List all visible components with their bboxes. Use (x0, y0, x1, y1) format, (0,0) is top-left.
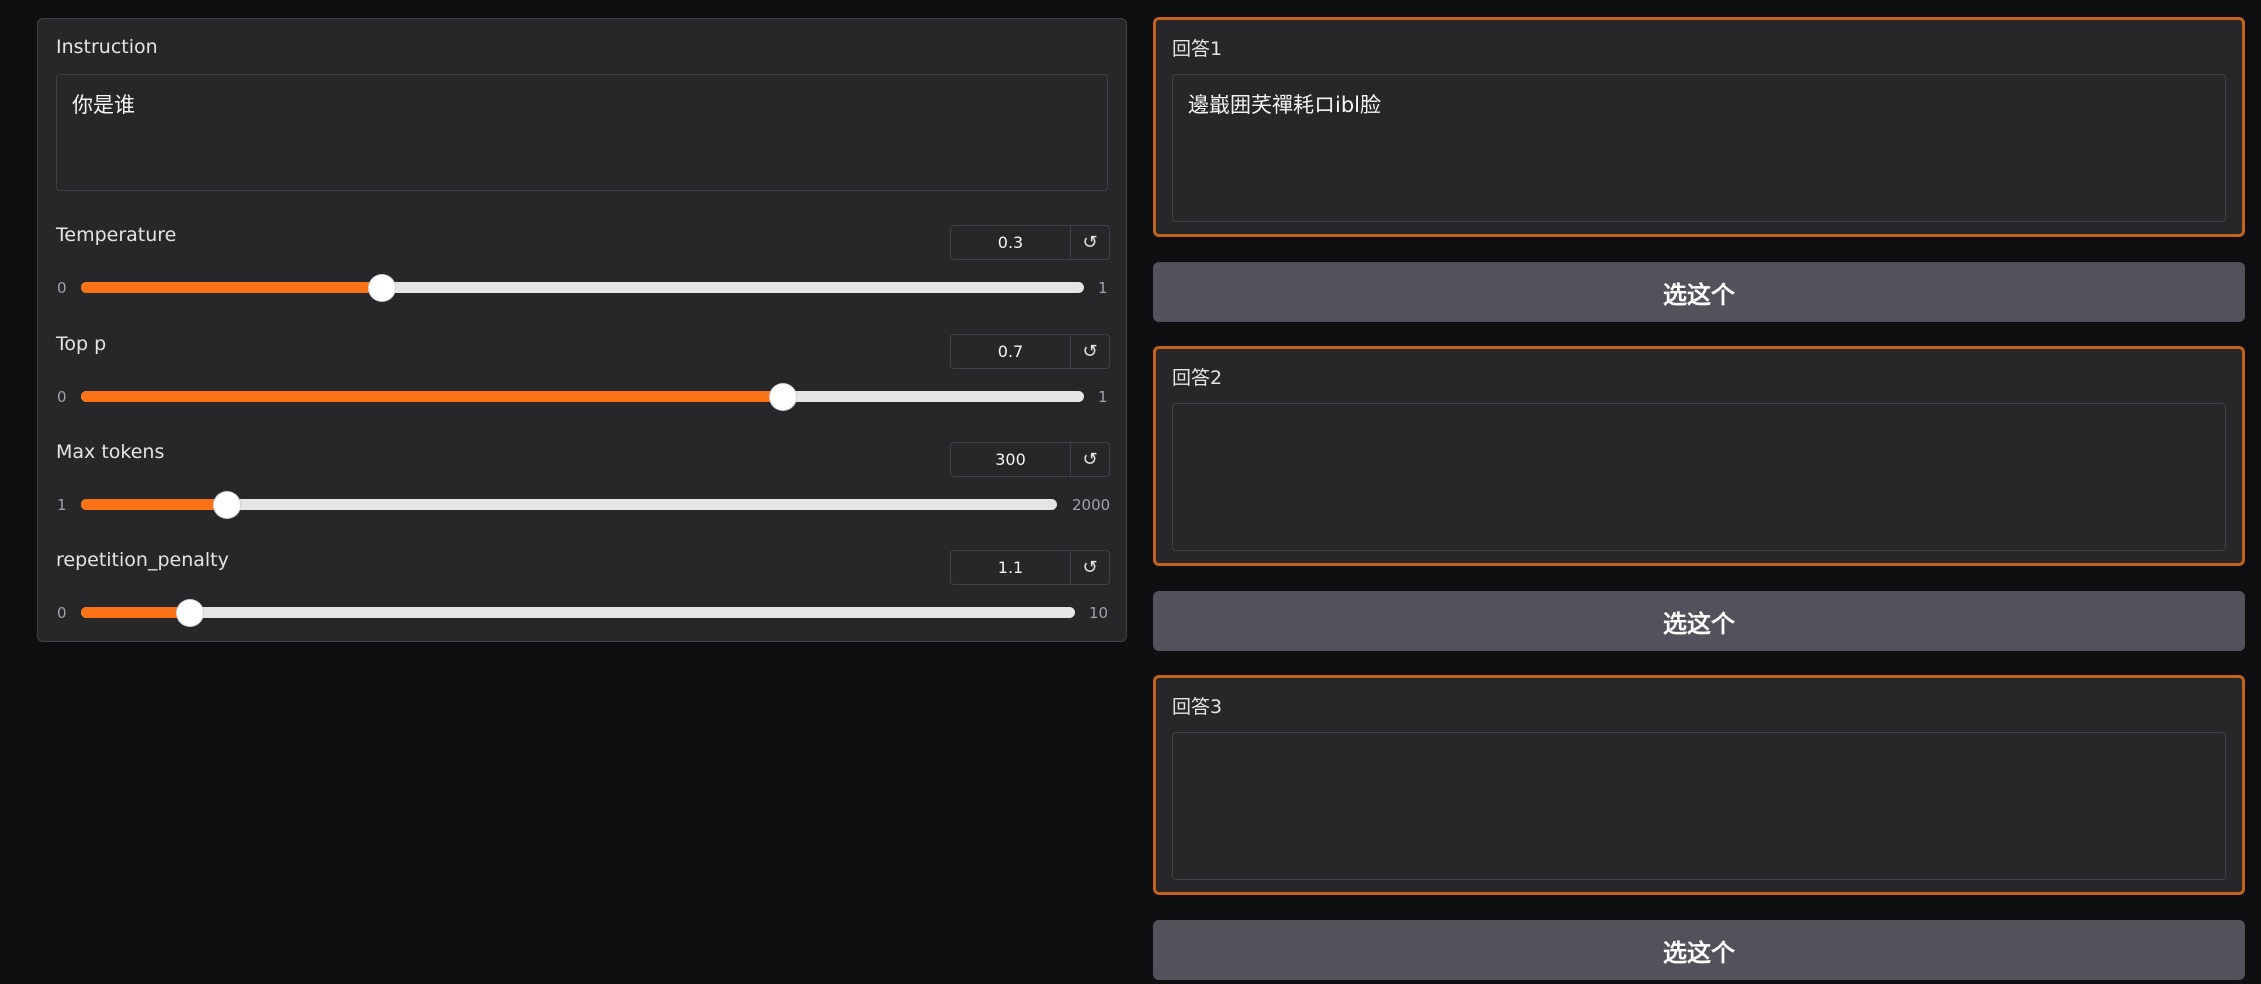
temperature-slider-thumb[interactable] (368, 274, 395, 301)
max-tokens-value[interactable]: 300 (951, 443, 1071, 476)
temperature-value[interactable]: 0.3 (951, 226, 1071, 259)
top-p-slider[interactable] (81, 383, 1084, 410)
max-tokens-slider-thumb[interactable] (214, 491, 241, 518)
top-p-value[interactable]: 0.7 (951, 335, 1071, 368)
repetition-penalty-slider-thumb[interactable] (177, 599, 204, 626)
top-p-max: 1 (1098, 388, 1108, 406)
choose-answer-1-button[interactable]: 选这个 (1153, 262, 2245, 322)
temperature-label: Temperature (56, 224, 177, 246)
max-tokens-slider-fill (81, 499, 228, 510)
temperature-slider-fill (81, 282, 382, 293)
answer-3-textbox[interactable] (1172, 732, 2226, 880)
top-p-number-input: 0.7 ↺ (950, 334, 1110, 369)
instruction-input[interactable]: 你是谁 (56, 74, 1108, 191)
max-tokens-min: 1 (57, 496, 67, 514)
temperature-min: 0 (57, 279, 67, 297)
top-p-reset-icon[interactable]: ↺ (1071, 335, 1109, 368)
top-p-label: Top p (56, 333, 107, 355)
repetition-penalty-min: 0 (57, 604, 67, 622)
answer-1-label: 回答1 (1172, 38, 1223, 60)
choose-answer-2-button[interactable]: 选这个 (1153, 591, 2245, 651)
answer-1-panel: 回答1 邊嶯囲芺禪耗ロibl脸 (1153, 17, 2245, 237)
choose-answer-3-button[interactable]: 选这个 (1153, 920, 2245, 980)
temperature-reset-icon[interactable]: ↺ (1071, 226, 1109, 259)
max-tokens-max: 2000 (1072, 496, 1111, 514)
answer-1-textbox[interactable]: 邊嶯囲芺禪耗ロibl脸 (1172, 74, 2226, 222)
repetition-penalty-slider[interactable] (81, 599, 1075, 626)
repetition-penalty-slider-fill (81, 607, 191, 618)
repetition-penalty-reset-icon[interactable]: ↺ (1071, 551, 1109, 584)
instruction-label: Instruction (56, 36, 158, 58)
settings-panel: Instruction 你是谁 Temperature 0.3 ↺ 0 1 To… (37, 18, 1127, 642)
top-p-slider-thumb[interactable] (770, 383, 797, 410)
repetition-penalty-max: 10 (1089, 604, 1109, 622)
repetition-penalty-value[interactable]: 1.1 (951, 551, 1071, 584)
answer-3-panel: 回答3 (1153, 675, 2245, 895)
max-tokens-slider[interactable] (81, 491, 1057, 518)
answer-3-label: 回答3 (1172, 696, 1223, 718)
top-p-slider-fill (81, 391, 784, 402)
answer-2-panel: 回答2 (1153, 346, 2245, 566)
answer-2-label: 回答2 (1172, 367, 1223, 389)
answer-2-textbox[interactable] (1172, 403, 2226, 551)
repetition-penalty-number-input: 1.1 ↺ (950, 550, 1110, 585)
temperature-slider[interactable] (81, 274, 1084, 301)
repetition-penalty-label: repetition_penalty (56, 549, 229, 571)
temperature-max: 1 (1098, 279, 1108, 297)
top-p-min: 0 (57, 388, 67, 406)
max-tokens-label: Max tokens (56, 441, 165, 463)
max-tokens-reset-icon[interactable]: ↺ (1071, 443, 1109, 476)
temperature-number-input: 0.3 ↺ (950, 225, 1110, 260)
max-tokens-number-input: 300 ↺ (950, 442, 1110, 477)
